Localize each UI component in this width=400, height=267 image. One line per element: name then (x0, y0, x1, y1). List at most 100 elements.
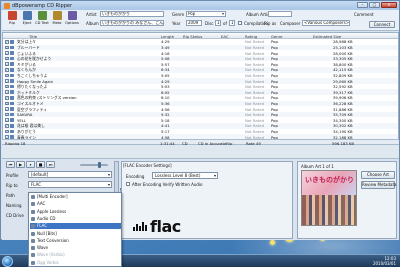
connect-button[interactable]: Connect (369, 21, 395, 28)
eject-icon (22, 11, 32, 20)
volume-thumb[interactable] (98, 162, 101, 168)
title-bar[interactable]: dBpoweramp CD Ripper – □ ✕ (1, 1, 399, 10)
track-checkbox[interactable] (5, 51, 9, 55)
dropdown-option[interactable]: Audio CD (30, 216, 121, 222)
album-art-title: Album Art 1 of 1 (301, 164, 334, 169)
album-field[interactable]: いきものがかりの みなさん、こんにつあー!! 2009 (100, 20, 164, 26)
encoding-level-select[interactable]: Lossless Level 8 (Best) (152, 172, 218, 179)
album-art-text: いきものがかり (305, 176, 354, 184)
toolbar-meta-button[interactable]: Meta (50, 11, 64, 30)
rip-icon (7, 11, 17, 20)
column-header-estimated-size[interactable]: Estimated Size (313, 34, 341, 39)
column-header-title[interactable]: Title (29, 34, 37, 39)
track-checkbox[interactable] (5, 123, 9, 128)
transport-controls: ⏮ ▶ ⏸ ■ ⏭ (6, 161, 55, 168)
year-field[interactable]: 2009 (186, 20, 202, 26)
track-checkbox[interactable] (5, 112, 9, 117)
dropdown-option-label: Audio CD (37, 215, 56, 221)
column-header-eac[interactable]: EAC (221, 34, 229, 39)
track-checkbox[interactable] (5, 45, 9, 49)
track-checkbox[interactable] (5, 90, 9, 94)
toolbar-options-button[interactable]: Options (65, 11, 79, 30)
dropdown-option[interactable]: Null [Bits] (30, 231, 121, 237)
codec-icon (31, 260, 35, 265)
track-icon (9, 107, 14, 111)
track-checkbox[interactable] (5, 95, 9, 100)
next-track-button[interactable]: ⏭ (46, 161, 55, 168)
track-icon (9, 101, 14, 106)
track-checkbox[interactable] (5, 118, 9, 122)
play-button[interactable]: ▶ (16, 161, 25, 168)
dropdown-option-label: Text Conversion (37, 237, 69, 243)
dropdown-option[interactable]: FLAC (30, 223, 121, 230)
review-metadata-button[interactable]: Review Metadata (361, 181, 396, 189)
column-header-length[interactable]: Length (161, 34, 174, 39)
volume-slider[interactable] (80, 162, 108, 168)
disc-label: Disc (205, 21, 214, 26)
track-checkbox[interactable] (5, 107, 9, 111)
disc-field[interactable]: 1 (215, 20, 221, 26)
dropdown-option-label: Ogg Vorbis (37, 259, 59, 265)
track-icon (9, 112, 14, 117)
disc-total-field[interactable]: 1 (229, 20, 235, 26)
track-checkbox[interactable] (5, 84, 9, 89)
album-artist-field[interactable] (268, 11, 292, 17)
codec-icon (31, 253, 35, 258)
column-header-genre[interactable]: Genre (271, 34, 283, 39)
pause-button[interactable]: ⏸ (26, 161, 35, 168)
path-label: Path (6, 193, 15, 198)
status-spacer (2, 145, 399, 158)
toolbar-eject-button[interactable]: Eject (20, 11, 34, 30)
dropdown-option-label: Apple Lossless (37, 208, 67, 214)
dropdown-option[interactable]: [Multi Encoder] (30, 194, 121, 200)
naming-label: Naming (6, 203, 22, 208)
rip-to-select[interactable]: FLAC (28, 181, 112, 188)
tray-clock[interactable]: 12:03 2010/03/01 (373, 256, 396, 266)
dropdown-option: Ogg Vorbis (30, 260, 121, 266)
toolbar-cd-text-button[interactable]: CD Text (35, 11, 49, 30)
dropdown-option-label: FLAC (37, 223, 48, 229)
previous-track-button[interactable]: ⏮ (6, 161, 15, 168)
compilation-checkbox[interactable] (238, 21, 242, 25)
album-art-image[interactable]: いきものがかり (301, 170, 357, 226)
stop-button[interactable]: ■ (36, 161, 45, 168)
dropdown-option[interactable]: AAC (30, 201, 121, 207)
album-art-panel: Album Art 1 of 1 いきものがかり Choose Art Revi… (297, 161, 397, 239)
flower-decoration (270, 240, 275, 245)
genre-select[interactable]: Pop (186, 11, 226, 17)
meta-icon (52, 11, 62, 20)
track-checkbox[interactable] (5, 73, 9, 77)
dropdown-option[interactable]: Wave (30, 245, 121, 251)
dropdown-option-label: AAC (37, 201, 46, 207)
toolbar-rip-button[interactable]: Rip (5, 11, 19, 30)
composer-field[interactable]: <Various Composers> (302, 20, 350, 26)
codec-icon (31, 195, 35, 199)
profile-select[interactable]: [default] (28, 171, 112, 178)
track-checkbox[interactable] (5, 101, 9, 105)
close-button[interactable]: ✕ (381, 2, 397, 8)
dropdown-option[interactable]: Text Conversion (30, 238, 121, 244)
track-icon (9, 68, 14, 72)
album-art-photo (302, 195, 356, 225)
codec-icon (31, 231, 35, 236)
track-icon (9, 90, 14, 94)
track-icon (9, 79, 14, 83)
column-header-rip-status[interactable]: Rip Status (183, 34, 202, 39)
track-icon (9, 56, 14, 61)
toolbar-button-label: Eject (22, 21, 32, 25)
maximize-button[interactable]: □ (369, 2, 380, 8)
column-header-rating[interactable]: Rating (245, 34, 257, 39)
choose-art-button[interactable]: Choose Art (361, 171, 395, 179)
track-checkbox[interactable] (5, 62, 9, 66)
track-icon (9, 40, 14, 44)
track-checkbox[interactable] (5, 129, 9, 133)
artist-field[interactable]: いきものがかり (100, 11, 164, 17)
verify-checkbox[interactable] (126, 182, 130, 186)
track-checkbox[interactable] (5, 56, 9, 61)
minimize-button[interactable]: – (357, 2, 368, 8)
dropdown-option[interactable]: Apple Lossless (30, 209, 121, 215)
track-checkbox[interactable] (5, 79, 9, 83)
start-button[interactable] (2, 256, 13, 267)
track-checkbox[interactable] (5, 39, 9, 44)
track-checkbox[interactable] (5, 67, 9, 72)
